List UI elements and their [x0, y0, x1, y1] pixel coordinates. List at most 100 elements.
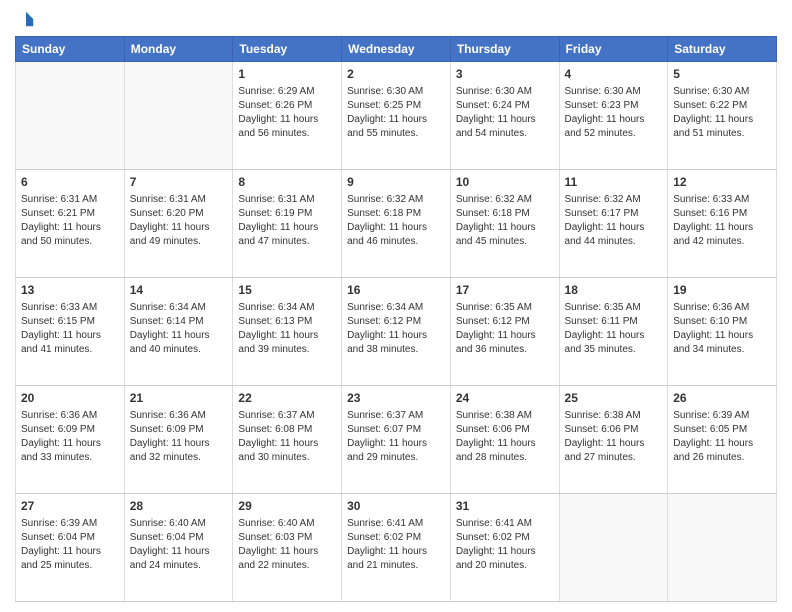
- calendar-cell: 25 Sunrise: 6:38 AM Sunset: 6:06 PM Dayli…: [559, 386, 668, 494]
- day-info: Sunrise: 6:36 AM Sunset: 6:09 PM Dayligh…: [21, 409, 119, 465]
- day-number: 20: [21, 390, 119, 407]
- week-row-5: 27 Sunrise: 6:39 AM Sunset: 6:04 PM Dayli…: [16, 494, 777, 602]
- day-number: 8: [238, 174, 336, 191]
- day-info: Sunrise: 6:41 AM Sunset: 6:02 PM Dayligh…: [456, 517, 554, 573]
- day-number: 18: [565, 282, 663, 299]
- day-info: Sunrise: 6:36 AM Sunset: 6:09 PM Dayligh…: [130, 409, 228, 465]
- calendar-cell: 31 Sunrise: 6:41 AM Sunset: 6:02 PM Dayli…: [450, 494, 559, 602]
- day-info: Sunrise: 6:35 AM Sunset: 6:12 PM Dayligh…: [456, 301, 554, 357]
- day-number: 24: [456, 390, 554, 407]
- day-number: 19: [673, 282, 771, 299]
- calendar-cell: 27 Sunrise: 6:39 AM Sunset: 6:04 PM Dayli…: [16, 494, 125, 602]
- day-info: Sunrise: 6:32 AM Sunset: 6:18 PM Dayligh…: [347, 193, 445, 249]
- day-info: Sunrise: 6:41 AM Sunset: 6:02 PM Dayligh…: [347, 517, 445, 573]
- calendar-cell: 30 Sunrise: 6:41 AM Sunset: 6:02 PM Dayli…: [342, 494, 451, 602]
- day-info: Sunrise: 6:39 AM Sunset: 6:04 PM Dayligh…: [21, 517, 119, 573]
- day-info: Sunrise: 6:39 AM Sunset: 6:05 PM Dayligh…: [673, 409, 771, 465]
- day-number: 29: [238, 498, 336, 515]
- day-info: Sunrise: 6:30 AM Sunset: 6:23 PM Dayligh…: [565, 85, 663, 141]
- calendar-cell: 24 Sunrise: 6:38 AM Sunset: 6:06 PM Dayli…: [450, 386, 559, 494]
- day-info: Sunrise: 6:31 AM Sunset: 6:19 PM Dayligh…: [238, 193, 336, 249]
- day-number: 17: [456, 282, 554, 299]
- day-info: Sunrise: 6:34 AM Sunset: 6:14 PM Dayligh…: [130, 301, 228, 357]
- day-info: Sunrise: 6:34 AM Sunset: 6:12 PM Dayligh…: [347, 301, 445, 357]
- week-row-1: 1Sunrise: 6:29 AM Sunset: 6:26 PM Daylig…: [16, 62, 777, 170]
- day-info: Sunrise: 6:32 AM Sunset: 6:18 PM Dayligh…: [456, 193, 554, 249]
- calendar-cell: 26 Sunrise: 6:39 AM Sunset: 6:05 PM Dayli…: [668, 386, 777, 494]
- calendar-cell: 14 Sunrise: 6:34 AM Sunset: 6:14 PM Dayli…: [124, 278, 233, 386]
- day-number: 5: [673, 66, 771, 83]
- calendar-cell: 6 Sunrise: 6:31 AM Sunset: 6:21 PM Daylig…: [16, 170, 125, 278]
- week-row-4: 20 Sunrise: 6:36 AM Sunset: 6:09 PM Dayli…: [16, 386, 777, 494]
- calendar-cell: [124, 62, 233, 170]
- day-info: Sunrise: 6:30 AM Sunset: 6:24 PM Dayligh…: [456, 85, 554, 141]
- day-number: 27: [21, 498, 119, 515]
- calendar-cell: 16 Sunrise: 6:34 AM Sunset: 6:12 PM Dayli…: [342, 278, 451, 386]
- week-row-3: 13 Sunrise: 6:33 AM Sunset: 6:15 PM Dayli…: [16, 278, 777, 386]
- day-number: 26: [673, 390, 771, 407]
- calendar-header-saturday: Saturday: [668, 37, 777, 62]
- day-info: Sunrise: 6:31 AM Sunset: 6:21 PM Dayligh…: [21, 193, 119, 249]
- calendar-cell: 8 Sunrise: 6:31 AM Sunset: 6:19 PM Daylig…: [233, 170, 342, 278]
- calendar-header-thursday: Thursday: [450, 37, 559, 62]
- day-info: Sunrise: 6:34 AM Sunset: 6:13 PM Dayligh…: [238, 301, 336, 357]
- calendar-cell: 29 Sunrise: 6:40 AM Sunset: 6:03 PM Dayli…: [233, 494, 342, 602]
- logo: [15, 10, 35, 28]
- calendar-cell: [668, 494, 777, 602]
- day-number: 12: [673, 174, 771, 191]
- calendar-cell: 23 Sunrise: 6:37 AM Sunset: 6:07 PM Dayli…: [342, 386, 451, 494]
- calendar-cell: [559, 494, 668, 602]
- page: SundayMondayTuesdayWednesdayThursdayFrid…: [0, 0, 792, 612]
- day-number: 16: [347, 282, 445, 299]
- day-number: 3: [456, 66, 554, 83]
- day-number: 14: [130, 282, 228, 299]
- day-info: Sunrise: 6:30 AM Sunset: 6:25 PM Dayligh…: [347, 85, 445, 141]
- day-number: 7: [130, 174, 228, 191]
- day-number: 6: [21, 174, 119, 191]
- day-number: 10: [456, 174, 554, 191]
- calendar-cell: 3 Sunrise: 6:30 AM Sunset: 6:24 PM Daylig…: [450, 62, 559, 170]
- day-info: Sunrise: 6:33 AM Sunset: 6:15 PM Dayligh…: [21, 301, 119, 357]
- calendar-cell: 21 Sunrise: 6:36 AM Sunset: 6:09 PM Dayli…: [124, 386, 233, 494]
- calendar-cell: 9 Sunrise: 6:32 AM Sunset: 6:18 PM Daylig…: [342, 170, 451, 278]
- calendar-cell: [16, 62, 125, 170]
- day-info: Sunrise: 6:38 AM Sunset: 6:06 PM Dayligh…: [565, 409, 663, 465]
- calendar-cell: 22 Sunrise: 6:37 AM Sunset: 6:08 PM Dayli…: [233, 386, 342, 494]
- day-info: Sunrise: 6:37 AM Sunset: 6:08 PM Dayligh…: [238, 409, 336, 465]
- day-number: 9: [347, 174, 445, 191]
- calendar-cell: 2 Sunrise: 6:30 AM Sunset: 6:25 PM Daylig…: [342, 62, 451, 170]
- day-info: Sunrise: 6:40 AM Sunset: 6:03 PM Dayligh…: [238, 517, 336, 573]
- calendar-cell: 1Sunrise: 6:29 AM Sunset: 6:26 PM Daylig…: [233, 62, 342, 170]
- day-number: 21: [130, 390, 228, 407]
- day-number: 25: [565, 390, 663, 407]
- calendar-cell: 18Sunrise: 6:35 AM Sunset: 6:11 PM Dayli…: [559, 278, 668, 386]
- calendar-cell: 4Sunrise: 6:30 AM Sunset: 6:23 PM Daylig…: [559, 62, 668, 170]
- calendar-header-sunday: Sunday: [16, 37, 125, 62]
- calendar-cell: 28Sunrise: 6:40 AM Sunset: 6:04 PM Dayli…: [124, 494, 233, 602]
- day-number: 23: [347, 390, 445, 407]
- day-info: Sunrise: 6:38 AM Sunset: 6:06 PM Dayligh…: [456, 409, 554, 465]
- day-number: 11: [565, 174, 663, 191]
- calendar-header-tuesday: Tuesday: [233, 37, 342, 62]
- day-number: 31: [456, 498, 554, 515]
- week-row-2: 6 Sunrise: 6:31 AM Sunset: 6:21 PM Daylig…: [16, 170, 777, 278]
- calendar-cell: 7 Sunrise: 6:31 AM Sunset: 6:20 PM Daylig…: [124, 170, 233, 278]
- day-number: 30: [347, 498, 445, 515]
- calendar-header-friday: Friday: [559, 37, 668, 62]
- day-number: 2: [347, 66, 445, 83]
- calendar-header-wednesday: Wednesday: [342, 37, 451, 62]
- day-info: Sunrise: 6:37 AM Sunset: 6:07 PM Dayligh…: [347, 409, 445, 465]
- day-info: Sunrise: 6:36 AM Sunset: 6:10 PM Dayligh…: [673, 301, 771, 357]
- calendar-cell: 19 Sunrise: 6:36 AM Sunset: 6:10 PM Dayli…: [668, 278, 777, 386]
- calendar-header-monday: Monday: [124, 37, 233, 62]
- calendar-cell: 13 Sunrise: 6:33 AM Sunset: 6:15 PM Dayli…: [16, 278, 125, 386]
- calendar-cell: 20 Sunrise: 6:36 AM Sunset: 6:09 PM Dayli…: [16, 386, 125, 494]
- day-info: Sunrise: 6:31 AM Sunset: 6:20 PM Dayligh…: [130, 193, 228, 249]
- calendar-cell: 12Sunrise: 6:33 AM Sunset: 6:16 PM Dayli…: [668, 170, 777, 278]
- calendar-cell: 5Sunrise: 6:30 AM Sunset: 6:22 PM Daylig…: [668, 62, 777, 170]
- day-number: 13: [21, 282, 119, 299]
- day-number: 22: [238, 390, 336, 407]
- calendar-header-row: SundayMondayTuesdayWednesdayThursdayFrid…: [16, 37, 777, 62]
- day-number: 1: [238, 66, 336, 83]
- calendar-cell: 11Sunrise: 6:32 AM Sunset: 6:17 PM Dayli…: [559, 170, 668, 278]
